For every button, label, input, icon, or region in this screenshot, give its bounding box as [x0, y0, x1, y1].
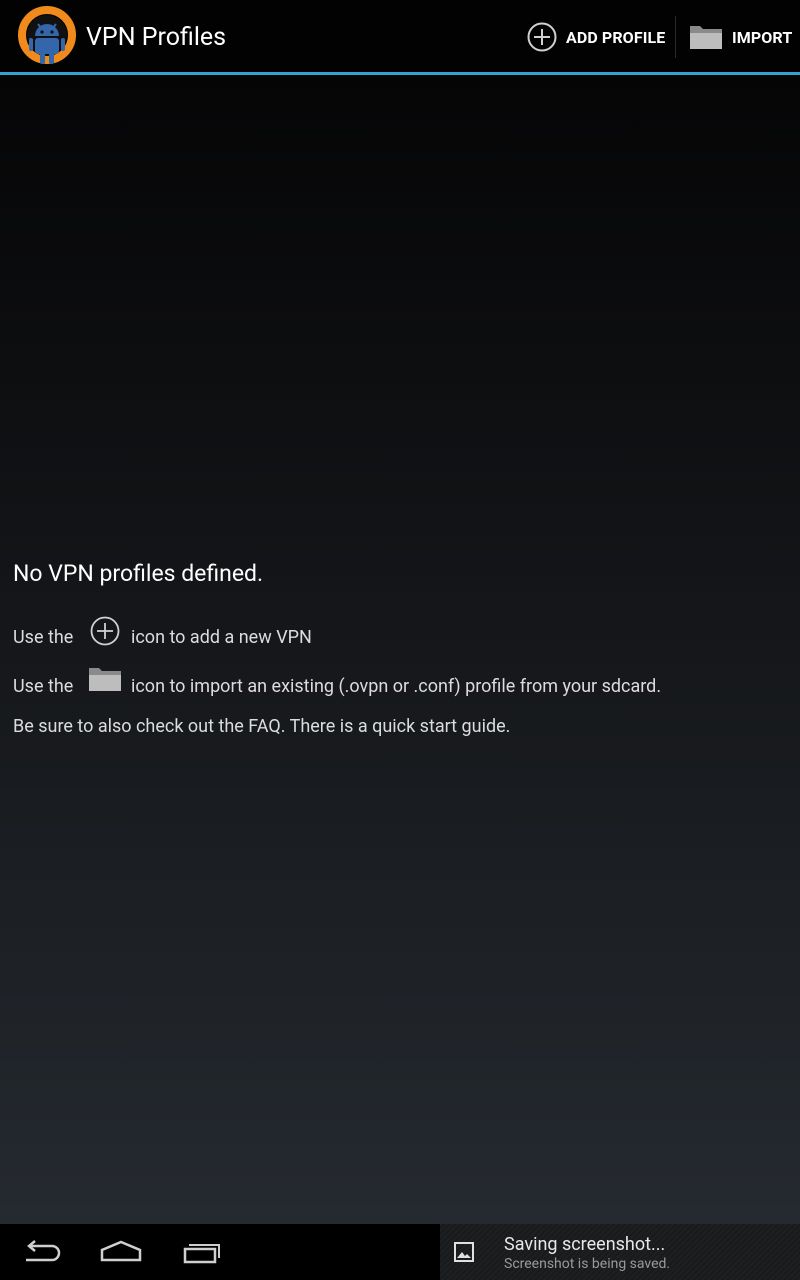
image-icon: [454, 1242, 474, 1262]
add-circle-icon: [527, 22, 557, 52]
help-add-line: Use the icon to add a new VPN: [13, 616, 413, 657]
empty-state-title: No VPN profiles defined.: [13, 560, 264, 587]
add-circle-icon: [90, 616, 120, 646]
action-divider: [675, 16, 676, 58]
notification-text: Screenshot is being saved.: [504, 1256, 671, 1272]
page-title: VPN Profiles: [86, 23, 227, 52]
help-add-prefix: Use the: [13, 627, 74, 648]
folder-icon: [89, 668, 121, 691]
back-icon[interactable]: [18, 1236, 68, 1268]
help-faq-line: Be sure to also check out the FAQ. There…: [13, 716, 511, 737]
system-nav-bar: Saving screenshot... Screenshot is being…: [0, 1224, 800, 1280]
home-icon[interactable]: [96, 1236, 146, 1268]
import-label: IMPORT: [732, 27, 793, 47]
main-content: No VPN profiles defined. Use the icon to…: [0, 75, 800, 1224]
help-add-suffix: icon to add a new VPN: [131, 627, 312, 648]
folder-icon: [690, 26, 722, 49]
screen: VPN Profiles ADD PROFILE IMPORT No VPN p…: [0, 0, 800, 1280]
help-import-line: Use the icon to import an existing (.ovp…: [13, 668, 773, 706]
import-button[interactable]: IMPORT: [688, 14, 796, 60]
notification-title: Saving screenshot...: [504, 1234, 666, 1255]
add-profile-button[interactable]: ADD PROFILE: [526, 14, 668, 60]
help-import-prefix: Use the: [13, 676, 74, 697]
openvpn-android-icon[interactable]: [16, 6, 78, 68]
recents-icon[interactable]: [176, 1236, 226, 1268]
help-import-suffix: icon to import an existing (.ovpn or .co…: [131, 676, 662, 697]
add-profile-label: ADD PROFILE: [566, 27, 666, 47]
screenshot-notification[interactable]: Saving screenshot... Screenshot is being…: [440, 1224, 800, 1280]
action-bar: VPN Profiles ADD PROFILE IMPORT: [0, 0, 800, 72]
